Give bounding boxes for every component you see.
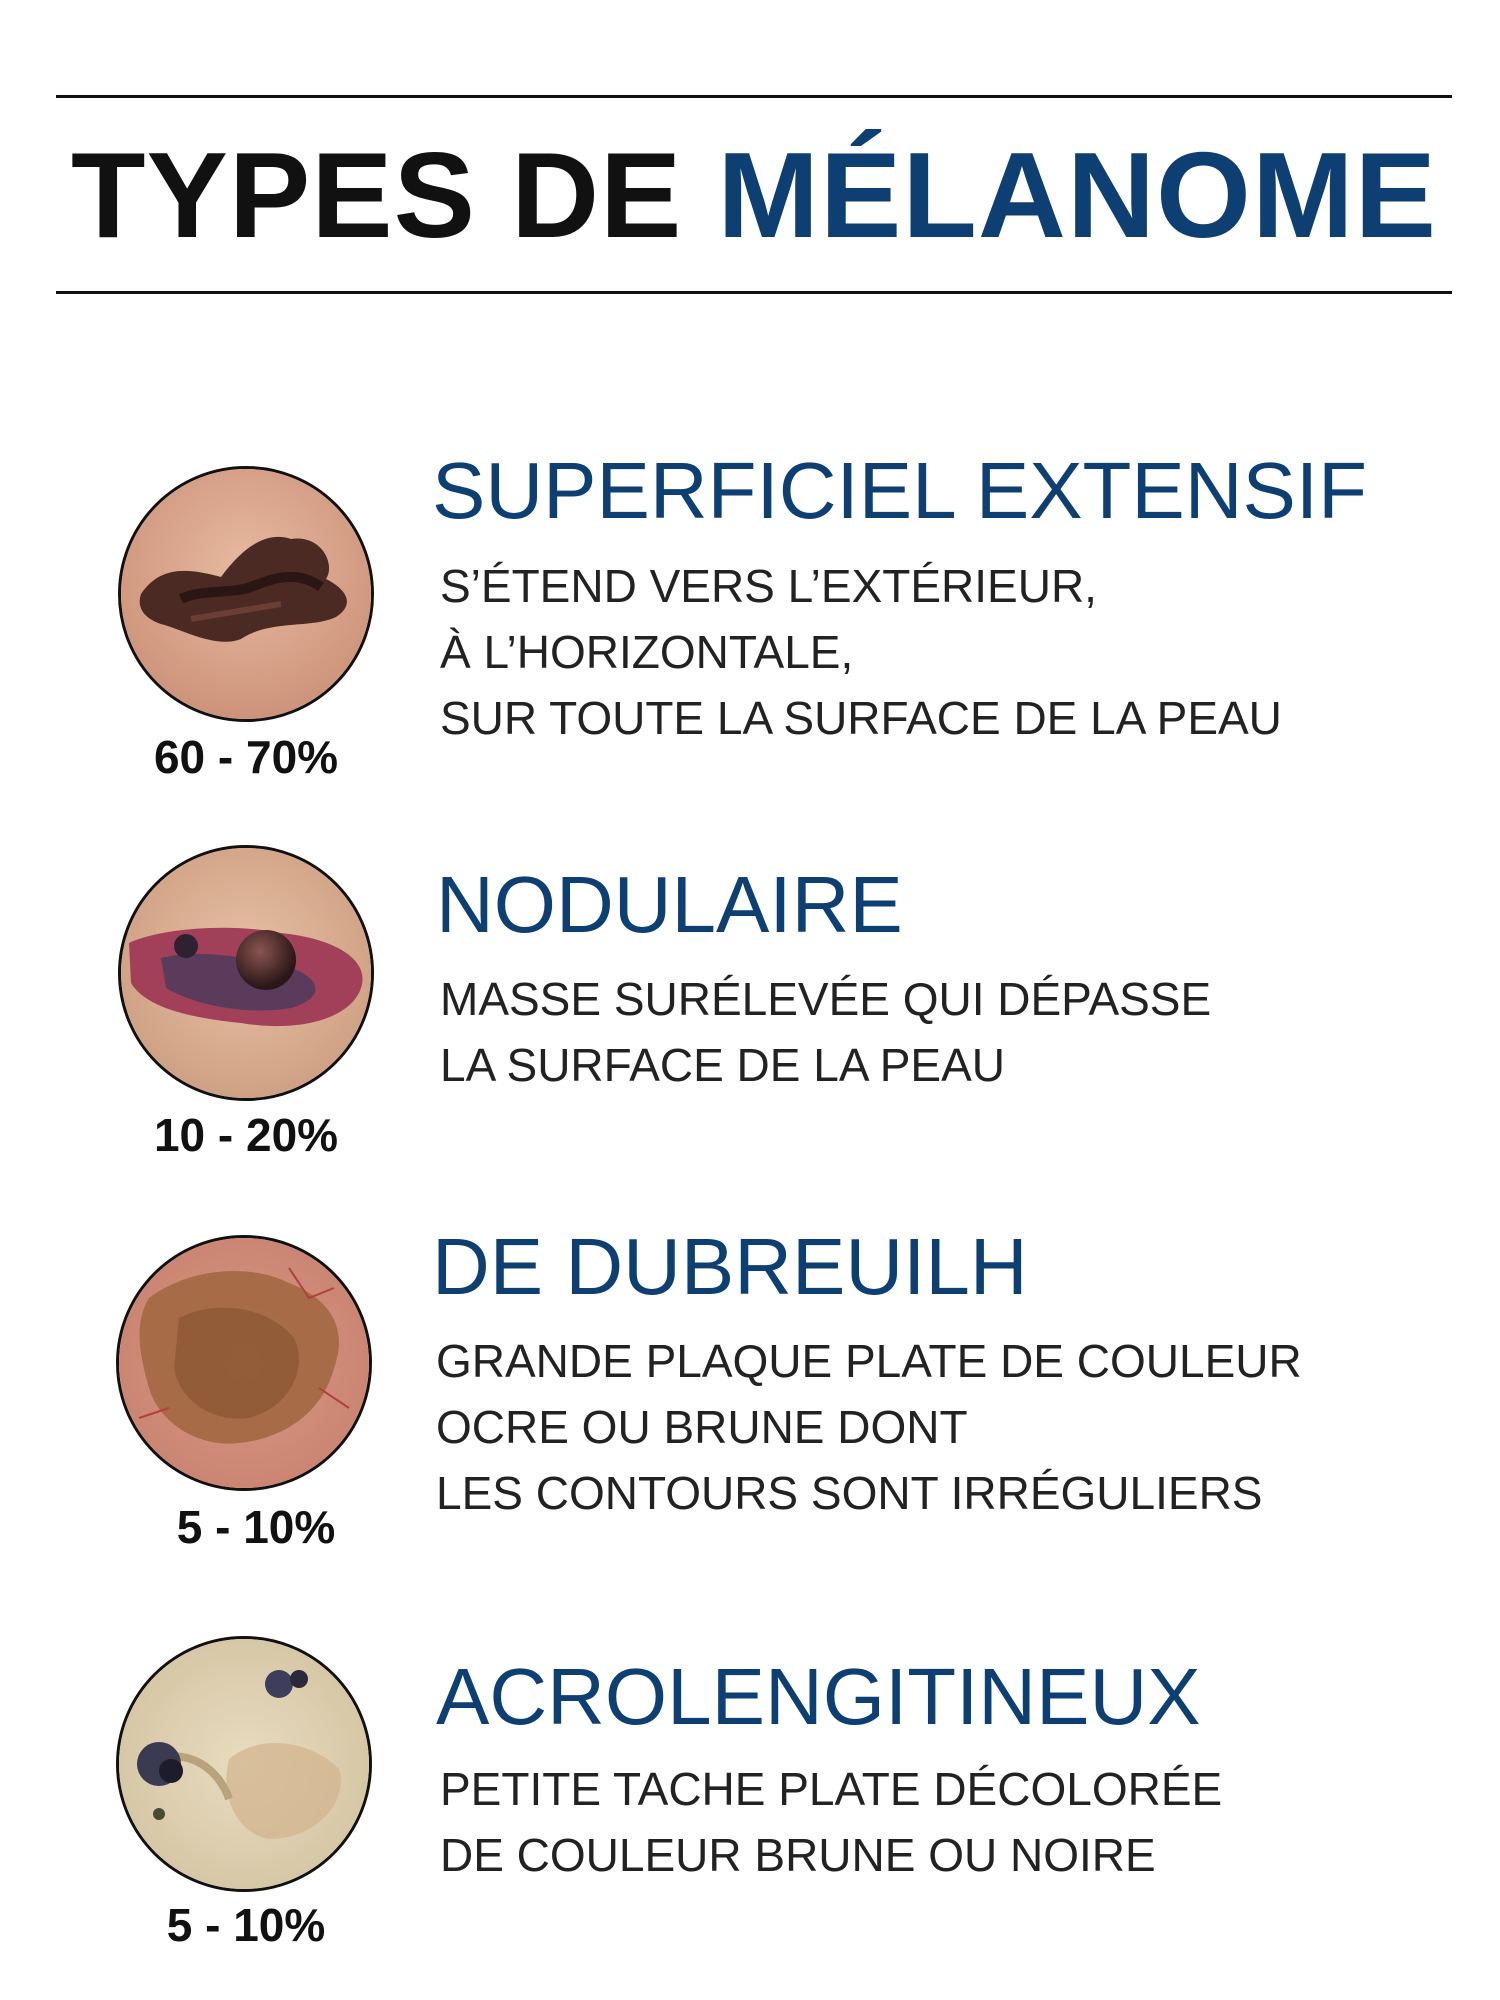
description-line: S’ÉTEND VERS L’EXTÉRIEUR, <box>440 560 1097 612</box>
description-line: LA SURFACE DE LA PEAU <box>440 1039 1006 1091</box>
type-description: PETITE TACHE PLATE DÉCOLORÉE DE COULEUR … <box>440 1756 1222 1888</box>
percentage-label: 10 - 20% <box>153 1109 339 1161</box>
type-description: GRANDE PLAQUE PLATE DE COULEUR OCRE OU B… <box>436 1328 1302 1526</box>
percentage-label: 60 - 70% <box>153 731 339 783</box>
top-divider <box>56 95 1452 98</box>
type-heading: DE DUBREUILH <box>432 1222 1028 1311</box>
type-description: MASSE SURÉLEVÉE QUI DÉPASSE LA SURFACE D… <box>440 966 1211 1098</box>
acral-lentiginous-melanoma-photo <box>116 1636 372 1892</box>
percentage-label: 5 - 10% <box>166 1899 326 1951</box>
description-line: LES CONTOURS SONT IRRÉGULIERS <box>436 1467 1263 1519</box>
description-line: GRANDE PLAQUE PLATE DE COULEUR <box>436 1335 1302 1387</box>
percentage-label: 5 - 10% <box>176 1501 336 1553</box>
type-heading: SUPERFICIEL EXTENSIF <box>432 446 1367 535</box>
description-line: SUR TOUTE LA SURFACE DE LA PEAU <box>440 692 1282 744</box>
description-line: MASSE SURÉLEVÉE QUI DÉPASSE <box>440 973 1212 1025</box>
type-heading: ACROLENGITINEUX <box>436 1652 1201 1741</box>
description-line: DE COULEUR BRUNE OU NOIRE <box>440 1829 1156 1881</box>
superficial-spreading-melanoma-photo <box>118 466 374 722</box>
nodular-melanoma-photo <box>118 845 374 1101</box>
title-part-1: TYPES DE <box>71 127 683 263</box>
description-line: OCRE OU BRUNE DONT <box>436 1401 968 1453</box>
page-title: TYPES DE MÉLANOME <box>56 134 1452 256</box>
bottom-divider <box>56 291 1452 294</box>
description-line: PETITE TACHE PLATE DÉCOLORÉE <box>440 1763 1223 1815</box>
lentigo-maligna-photo <box>116 1235 372 1491</box>
type-description: S’ÉTEND VERS L’EXTÉRIEUR, À L’HORIZONTAL… <box>440 553 1282 751</box>
type-heading: NODULAIRE <box>436 860 903 949</box>
title-part-2: MÉLANOME <box>717 127 1437 263</box>
description-line: À L’HORIZONTALE, <box>440 626 854 678</box>
